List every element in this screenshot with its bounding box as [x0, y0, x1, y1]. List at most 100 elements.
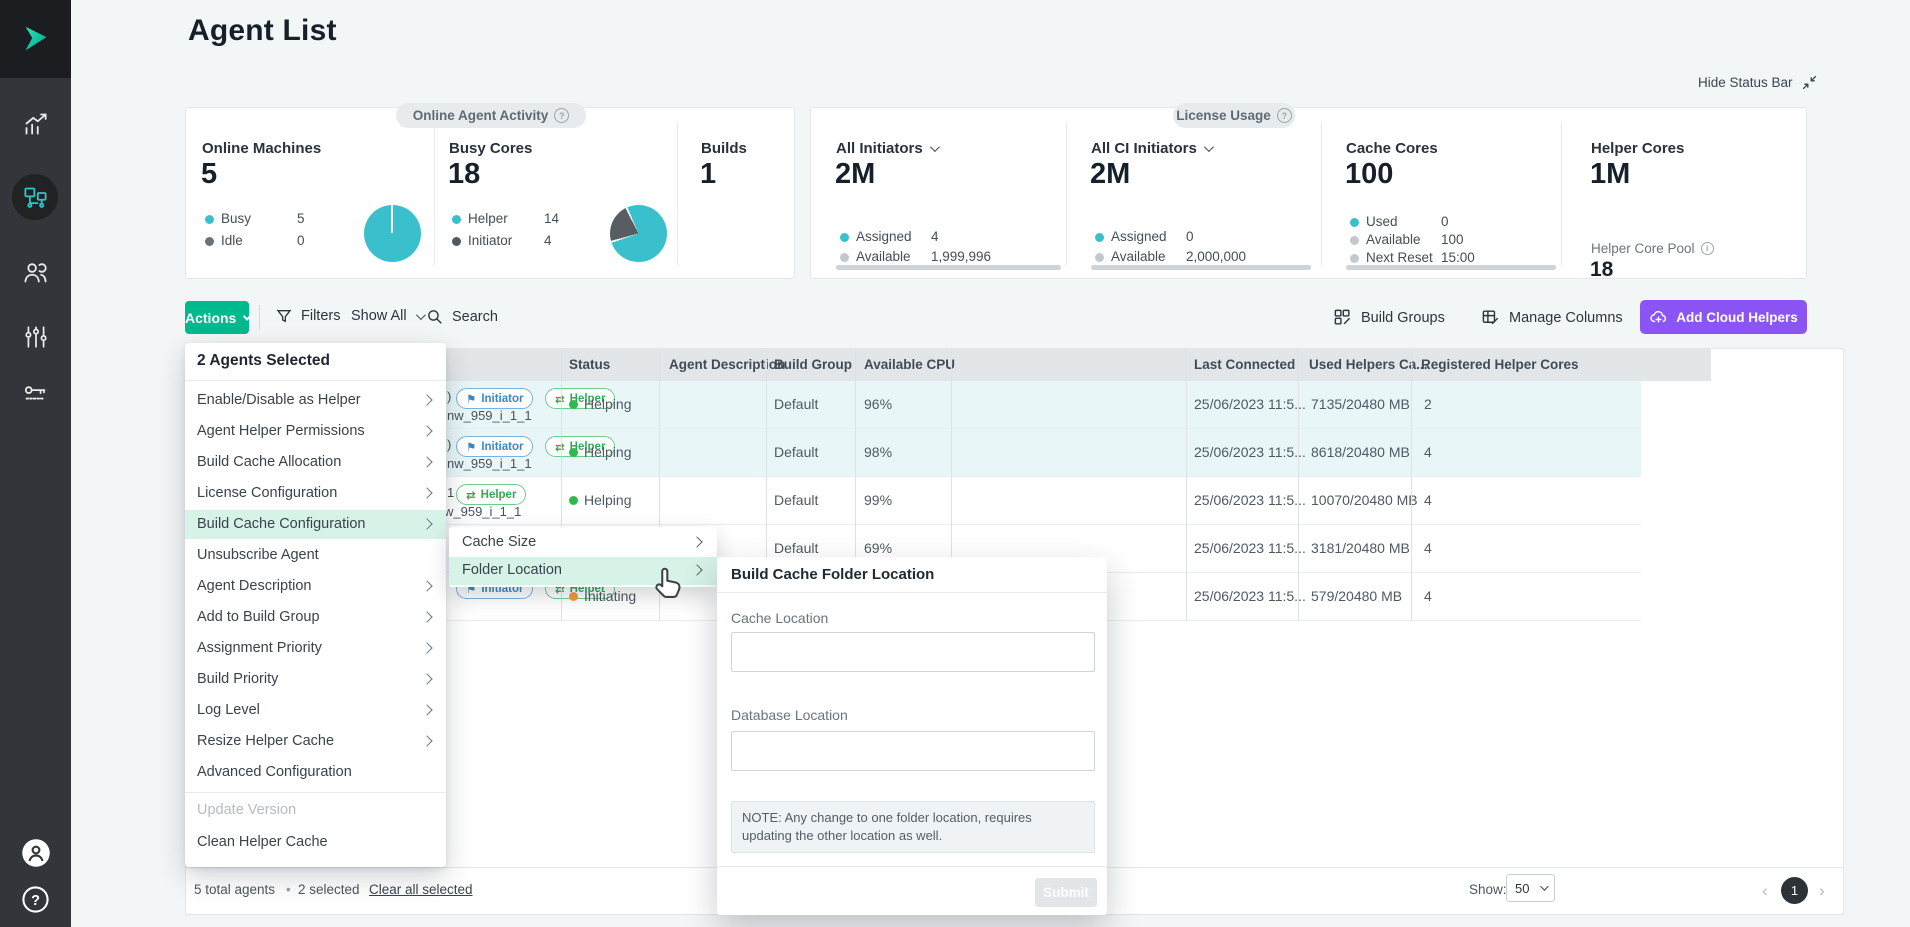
filters-button[interactable]: Filters: [276, 308, 340, 324]
agent-name: w_959_i_1_1: [444, 504, 521, 519]
submit-button[interactable]: Submit: [1035, 878, 1097, 907]
add-cloud-helpers-button[interactable]: Add Cloud Helpers: [1640, 300, 1807, 334]
total-agents-label: 5 total agents: [194, 882, 275, 897]
cache-location-input[interactable]: [731, 632, 1095, 672]
column-header-build-group[interactable]: Build Group: [774, 357, 852, 372]
menu-item-build-cache-allocation[interactable]: Build Cache Allocation: [185, 448, 446, 477]
manage-columns-icon: [1481, 308, 1500, 327]
helper-core-pool-value: 18: [1590, 258, 1613, 282]
chevron-right-icon: [421, 704, 432, 715]
menu-item-advanced-configuration[interactable]: Advanced Configuration: [185, 758, 446, 787]
cloud-plus-icon: [1649, 308, 1668, 327]
chevron-right-icon: [421, 735, 432, 746]
menu-item-agent-description[interactable]: Agent Description: [185, 572, 446, 601]
database-location-label: Database Location: [731, 707, 848, 723]
column-header-available-cpu[interactable]: Available CPU: [864, 357, 955, 372]
chevron-down-icon: [1204, 142, 1214, 152]
screen: ? Agent List Hide Status Bar Online Agen…: [0, 0, 1910, 927]
column-header-agent-description[interactable]: Agent Description: [669, 357, 785, 372]
stat-all-initiators-label[interactable]: All Initiators: [836, 140, 937, 157]
helper-dot: [452, 215, 461, 224]
hide-status-bar-button[interactable]: Hide Status Bar: [1698, 74, 1818, 91]
sidebar-item-analytics[interactable]: [0, 99, 71, 147]
column-header-used-helpers[interactable]: Used Helpers Ca...: [1309, 357, 1428, 372]
clear-all-selected-link[interactable]: Clear all selected: [369, 882, 473, 897]
actions-button[interactable]: Actions: [185, 301, 249, 334]
dialog-title: Build Cache Folder Location: [731, 566, 934, 583]
app-logo[interactable]: [0, 0, 71, 78]
search-button[interactable]: Search: [426, 308, 498, 325]
available-dot: [840, 253, 849, 262]
menu-item-add-to-build-group[interactable]: Add to Build Group: [185, 603, 446, 632]
stat-helper-cores-value: 1M: [1590, 158, 1630, 191]
menu-item-resize-helper-cache[interactable]: Resize Helper Cache: [185, 727, 446, 756]
used-helpers-cell: 7135/20480 MB: [1311, 396, 1410, 412]
swap-arrows-icon: ⇄: [555, 440, 565, 454]
next-reset-dot: [1350, 254, 1359, 263]
sidebar-item-users[interactable]: [0, 248, 71, 296]
agents-icon: [22, 184, 49, 211]
dialog-note: NOTE: Any change to one folder location,…: [731, 801, 1095, 853]
sidebar-item-license[interactable]: [0, 369, 71, 417]
all-ci-initiators-usage-bar: [1091, 265, 1311, 270]
license-badge-label: License Usage: [1176, 108, 1271, 123]
menu-item-assignment-priority[interactable]: Assignment Priority: [185, 634, 446, 663]
sidebar-item-agents[interactable]: [0, 173, 71, 221]
current-page-indicator[interactable]: 1: [1781, 877, 1808, 904]
info-circle-icon[interactable]: i: [1701, 242, 1714, 255]
help-circle-icon[interactable]: ?: [554, 108, 569, 123]
legend-helper: Helper 14: [452, 211, 582, 227]
cursor-pointer-icon: [648, 562, 686, 604]
prev-page-button[interactable]: ‹: [1762, 881, 1768, 901]
page-size-select[interactable]: 50: [1506, 874, 1555, 902]
manage-columns-button[interactable]: Manage Columns: [1481, 308, 1623, 327]
build-cache-folder-location-dialog: Build Cache Folder Location Cache Locati…: [717, 557, 1107, 915]
build-group-cell: Default: [774, 396, 818, 412]
column-header-status[interactable]: Status: [569, 357, 610, 372]
analytics-icon: [22, 110, 49, 137]
stat-all-ci-initiators-label[interactable]: All CI Initiators: [1091, 140, 1211, 157]
chevron-down-icon: [243, 312, 252, 321]
selected-count-label: 2 selected: [298, 882, 360, 897]
sidebar-item-settings[interactable]: [0, 313, 71, 361]
cpu-cell: 96%: [864, 396, 892, 412]
menu-item-enable-disable-as-helper[interactable]: Enable/Disable as Helper: [185, 386, 446, 415]
help-circle-icon[interactable]: ?: [1277, 108, 1292, 123]
column-header-last-connected[interactable]: Last Connected: [1194, 357, 1295, 372]
menu-item-license-configuration[interactable]: License Configuration: [185, 479, 446, 508]
used-dot: [1350, 218, 1359, 227]
initiator-badge: ⚑Initiator: [456, 388, 533, 409]
hide-status-bar-label: Hide Status Bar: [1698, 75, 1793, 90]
stat-all-initiators-value: 2M: [835, 158, 875, 191]
helper-core-pool-label: Helper Core Pool i: [1591, 241, 1714, 256]
build-groups-button[interactable]: Build Groups: [1333, 308, 1445, 327]
users-icon: [22, 259, 49, 286]
stat-helper-cores-label: Helper Cores: [1591, 140, 1684, 157]
help-icon: ?: [21, 885, 50, 914]
menu-item-build-priority[interactable]: Build Priority: [185, 665, 446, 694]
sidebar: ?: [0, 0, 71, 927]
legend-idle: Idle 0: [205, 233, 335, 249]
next-page-button[interactable]: ›: [1819, 881, 1825, 901]
cores-cell: 2: [1424, 396, 1432, 412]
status-dot: [569, 400, 578, 409]
submenu-item-cache-size[interactable]: Cache Size: [449, 529, 717, 557]
sidebar-item-help[interactable]: ?: [0, 875, 71, 923]
menu-item-log-level[interactable]: Log Level: [185, 696, 446, 725]
menu-item-unsubscribe-agent[interactable]: Unsubscribe Agent: [185, 541, 446, 570]
menu-item-agent-helper-permissions[interactable]: Agent Helper Permissions: [185, 417, 446, 446]
cache-location-label: Cache Location: [731, 610, 828, 626]
stat-builds-label: Builds: [701, 140, 747, 157]
sidebar-item-account[interactable]: [0, 829, 71, 877]
show-all-dropdown[interactable]: Show All: [351, 308, 423, 324]
chevron-right-icon: [421, 425, 432, 436]
column-header-registered-helper-cores[interactable]: Registered Helper Cores: [1421, 357, 1579, 372]
chevron-right-icon: [691, 536, 702, 547]
database-location-input[interactable]: [731, 731, 1095, 771]
menu-item-build-cache-configuration[interactable]: Build Cache Configuration: [185, 510, 446, 539]
initiator-dot: [452, 237, 461, 246]
all-initiators-usage-bar: [836, 265, 1061, 270]
menu-item-clean-helper-cache[interactable]: Clean Helper Cache: [185, 828, 446, 857]
status-dot: [569, 592, 578, 601]
agent-name: nw_959_i_1_1: [447, 408, 532, 423]
